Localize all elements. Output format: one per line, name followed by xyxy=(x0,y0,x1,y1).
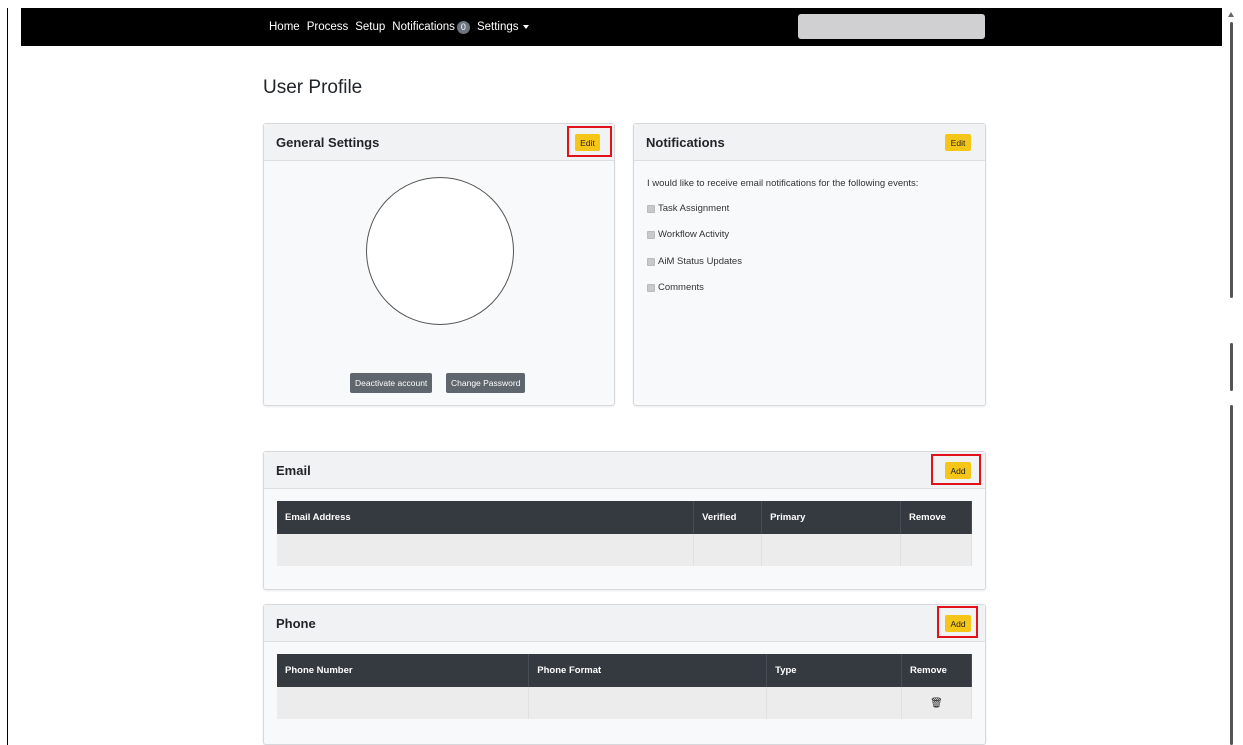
scrollbar-track-segment xyxy=(1230,22,1233,298)
scrollbar-thumb[interactable] xyxy=(1230,343,1233,391)
page-scrollbar[interactable] xyxy=(1222,8,1243,745)
general-settings-header: General Settings Edit xyxy=(264,124,614,161)
checkbox-checked-icon[interactable] xyxy=(647,283,655,292)
notification-option[interactable]: Task Assignment xyxy=(647,203,729,214)
notifications-title: Notifications xyxy=(646,135,725,150)
notification-option-label: AiM Status Updates xyxy=(658,256,742,267)
email-title: Email xyxy=(276,463,311,478)
column-verified: Verified xyxy=(693,501,763,534)
nav-notifications-link[interactable]: Notifications 0 xyxy=(392,20,470,34)
nav-notifications-label: Notifications xyxy=(392,21,455,33)
caret-down-icon xyxy=(522,25,529,29)
table-row: 🗑 xyxy=(277,687,973,719)
edit-button-highlight xyxy=(567,126,612,157)
notifications-edit-button[interactable]: Edit xyxy=(945,134,971,151)
nav-setup-link[interactable]: Setup xyxy=(355,21,385,33)
trash-icon[interactable]: 🗑 xyxy=(910,698,963,709)
window-top-edge xyxy=(0,0,1243,8)
page-title: User Profile xyxy=(263,77,363,98)
email-header: Email Add xyxy=(264,452,985,489)
checkbox-checked-icon[interactable] xyxy=(647,257,655,266)
email-card: Email Add Email Address Verified Primary… xyxy=(263,451,986,590)
general-settings-title: General Settings xyxy=(276,135,380,150)
column-phone-number: Phone Number xyxy=(277,654,530,687)
notification-option[interactable]: AiM Status Updates xyxy=(647,256,742,267)
column-type: Type xyxy=(766,654,902,687)
notification-option-label: Comments xyxy=(658,282,704,293)
notification-option-label: Task Assignment xyxy=(658,203,730,214)
notification-option-label: Workflow Activity xyxy=(658,229,730,240)
table-header-row: Email Address Verified Primary Remove xyxy=(277,501,973,534)
phone-title: Phone xyxy=(276,616,316,631)
table-cell xyxy=(528,687,768,719)
column-remove: Remove xyxy=(901,654,973,687)
table-cell xyxy=(900,534,973,566)
add-phone-highlight xyxy=(937,606,978,638)
scroll-up-arrow-icon[interactable] xyxy=(1228,12,1234,17)
column-primary: Primary xyxy=(761,501,901,534)
phone-header: Phone Add xyxy=(264,605,985,642)
table-row xyxy=(277,534,973,566)
change-password-button[interactable]: Change Password xyxy=(446,373,526,393)
table-cell: 🗑 xyxy=(901,687,973,719)
table-cell xyxy=(761,534,901,566)
table-cell xyxy=(693,534,763,566)
scrollbar-track-segment xyxy=(1230,405,1233,745)
table-cell xyxy=(277,534,695,566)
checkbox-checked-icon[interactable] xyxy=(647,230,655,239)
notification-option[interactable]: Comments xyxy=(647,282,704,293)
nav-settings-dropdown[interactable]: Settings xyxy=(477,21,529,33)
add-email-highlight xyxy=(931,454,981,485)
general-settings-card: General Settings Edit Deactivate account… xyxy=(263,123,615,406)
table-header-row: Phone Number Phone Format Type Remove xyxy=(277,654,973,687)
deactivate-account-button[interactable]: Deactivate account xyxy=(350,373,433,393)
column-email-address: Email Address xyxy=(277,501,695,534)
window-left-edge xyxy=(7,8,8,745)
email-table: Email Address Verified Primary Remove xyxy=(277,501,973,566)
notification-option[interactable]: Workflow Activity xyxy=(647,229,729,240)
avatar[interactable] xyxy=(366,177,514,325)
checkbox-checked-icon[interactable] xyxy=(647,204,655,213)
table-cell xyxy=(277,687,530,719)
phone-table: Phone Number Phone Format Type Remove 🗑 xyxy=(277,654,973,719)
notifications-count-badge: 0 xyxy=(456,20,470,34)
search-input[interactable] xyxy=(798,14,985,39)
column-remove: Remove xyxy=(900,501,973,534)
notifications-intro-text: I would like to receive email notificati… xyxy=(647,178,919,189)
notifications-header: Notifications Edit xyxy=(634,124,985,161)
nav-process-link[interactable]: Process xyxy=(307,21,349,33)
top-navbar: Home Process Setup Notifications 0 Setti… xyxy=(21,8,1222,46)
phone-card: Phone Add Phone Number Phone Format Type… xyxy=(263,604,986,745)
nav-settings-label: Settings xyxy=(476,21,519,33)
nav-links: Home Process Setup Notifications 0 Setti… xyxy=(269,8,529,46)
table-cell xyxy=(766,687,902,719)
column-phone-format: Phone Format xyxy=(528,654,768,687)
nav-home-link[interactable]: Home xyxy=(269,21,300,33)
notifications-card: Notifications Edit I would like to recei… xyxy=(633,123,986,406)
